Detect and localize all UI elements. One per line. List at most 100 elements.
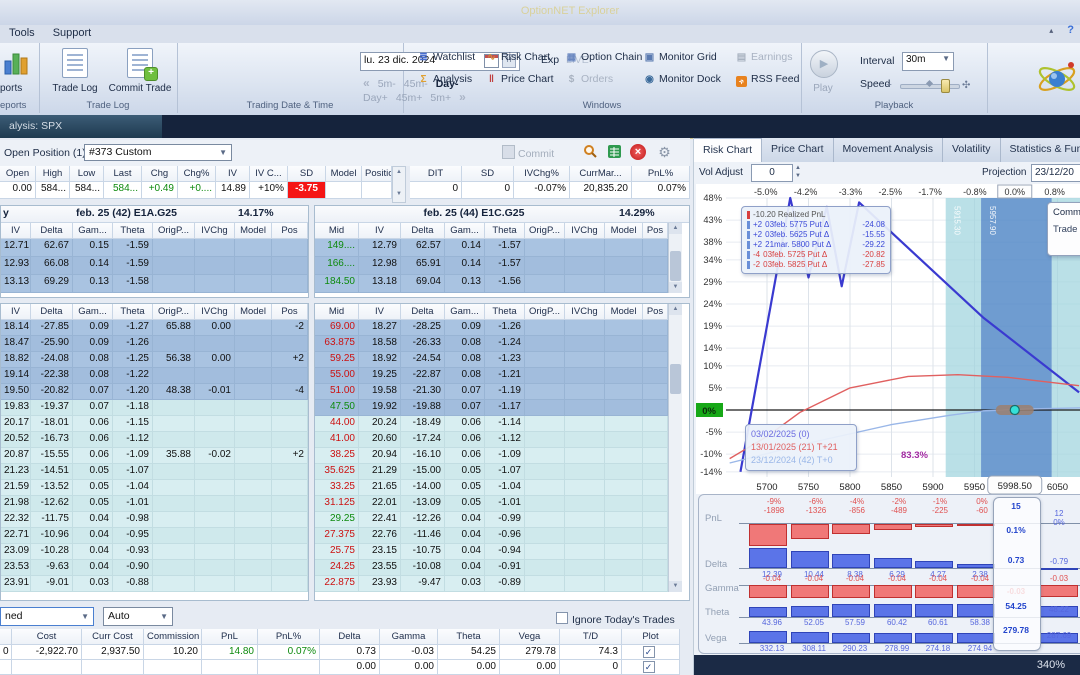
column-header[interactable]: OrigP... bbox=[153, 223, 195, 239]
ignore-todays-trades-checkbox[interactable]: Ignore Today's Trades bbox=[556, 612, 675, 626]
column-header[interactable]: IV bbox=[359, 304, 401, 320]
option-row[interactable]: 29.25 22.41 -12.26 0.04 -0.99 bbox=[315, 512, 668, 528]
option-row[interactable]: 23.09 -10.28 0.04 -0.93 bbox=[1, 544, 308, 560]
column-header[interactable]: OrigP... bbox=[525, 223, 565, 239]
option-row[interactable]: 18.47 -25.90 0.09 -1.26 bbox=[1, 336, 308, 352]
reports-icon[interactable] bbox=[3, 49, 29, 75]
option-row[interactable]: 69.00 18.27 -28.25 0.09 -1.26 bbox=[315, 320, 668, 336]
commit-trade-button[interactable]: + Commit Trade bbox=[107, 48, 173, 94]
option-row[interactable]: 35.625 21.29 -15.00 0.05 -1.07 bbox=[315, 464, 668, 480]
column-header[interactable]: Delta bbox=[31, 223, 73, 239]
mini-trade[interactable]: Trade bbox=[1053, 224, 1080, 235]
projection-date-input[interactable]: 23/12/20 bbox=[1031, 164, 1080, 182]
panel-tab-risk-chart[interactable]: Risk Chart bbox=[694, 138, 763, 162]
speed-plus[interactable]: ✣ bbox=[962, 80, 970, 91]
windows-button-analysis[interactable]: Σ Analysis bbox=[417, 73, 472, 85]
column-header[interactable]: Last bbox=[104, 166, 142, 182]
collapse-ribbon-icon[interactable]: ▴ bbox=[1049, 26, 1053, 35]
scrollbar[interactable]: ▲ ▼ bbox=[668, 223, 682, 293]
column-header[interactable]: IV bbox=[1, 304, 31, 320]
time-step-5mminus[interactable]: 5m- bbox=[378, 78, 396, 90]
column-header[interactable]: Chg% bbox=[178, 166, 216, 182]
plot-checkbox[interactable]: ✓ bbox=[642, 646, 655, 658]
windows-button-monitor-dock[interactable]: ◉ Monitor Dock bbox=[643, 73, 721, 85]
column-header[interactable]: Pos bbox=[272, 304, 308, 320]
option-row[interactable]: 21.23 -14.51 0.05 -1.07 bbox=[1, 464, 308, 480]
option-row[interactable]: 19.50 -20.82 0.07 -1.20 48.38 -0.01 -4 bbox=[1, 384, 308, 400]
option-row[interactable]: 31.125 22.01 -13.09 0.05 -1.01 bbox=[315, 496, 668, 512]
position-row[interactable]: 0.00 584... 584... 584... +0.49 +0.... 14.89 +1… bbox=[0, 182, 392, 199]
column-header[interactable]: Gam... bbox=[73, 223, 113, 239]
option-row[interactable]: 19.14 -22.38 0.08 -1.22 bbox=[1, 368, 308, 384]
column-header[interactable]: Position bbox=[362, 166, 392, 182]
export-excel-icon[interactable] bbox=[606, 144, 623, 161]
play-button[interactable]: ▶ bbox=[810, 50, 838, 78]
speed-minus[interactable]: − bbox=[886, 80, 892, 91]
option-row[interactable]: 23.91 -9.01 0.03 -0.88 bbox=[1, 576, 308, 592]
windows-button-risk-chart[interactable]: ∿ Risk Chart bbox=[485, 51, 550, 63]
column-header[interactable]: IVChg bbox=[565, 304, 605, 320]
auto-select[interactable]: Auto ▼ bbox=[103, 607, 173, 626]
vol-adjust-spinner[interactable]: ▲ ▼ bbox=[793, 164, 803, 180]
windows-button-option-chain[interactable]: ▦ Option Chain bbox=[565, 51, 643, 63]
trade-log-button[interactable]: Trade Log bbox=[47, 48, 103, 94]
reports-button[interactable]: ports bbox=[0, 83, 22, 94]
option-row[interactable]: 21.98 -12.62 0.05 -1.01 bbox=[1, 496, 308, 512]
option-row[interactable]: 41.00 20.60 -17.24 0.06 -1.12 bbox=[315, 432, 668, 448]
panel-tab-statistics-fundam[interactable]: Statistics & Fundam bbox=[1001, 138, 1080, 162]
column-header[interactable]: Model bbox=[326, 166, 362, 182]
option-row[interactable]: 21.59 -13.52 0.05 -1.04 bbox=[1, 480, 308, 496]
panel-tab-volatility[interactable]: Volatility bbox=[943, 138, 1001, 162]
tab-analysis-spx[interactable]: alysis: SPX bbox=[0, 115, 162, 138]
column-header[interactable]: SD bbox=[462, 166, 514, 182]
option-row[interactable]: 23.53 -9.63 0.04 -0.90 bbox=[1, 560, 308, 576]
option-row[interactable]: 38.25 20.94 -16.10 0.06 -1.09 bbox=[315, 448, 668, 464]
column-header[interactable]: Pos bbox=[643, 304, 668, 320]
option-row[interactable]: 19.83 -19.37 0.07 -1.18 bbox=[1, 400, 308, 416]
view-mode-select[interactable]: ned ▼ bbox=[0, 607, 94, 626]
option-row[interactable]: 20.17 -18.01 0.06 -1.15 bbox=[1, 416, 308, 432]
option-row[interactable]: 55.00 19.25 -22.87 0.08 -1.21 bbox=[315, 368, 668, 384]
column-header[interactable]: Model bbox=[235, 304, 272, 320]
column-header[interactable]: Theta bbox=[485, 304, 525, 320]
close-position-icon[interactable]: × bbox=[630, 144, 646, 160]
column-header[interactable]: OrigP... bbox=[525, 304, 565, 320]
column-header[interactable]: Theta bbox=[113, 223, 153, 239]
column-header[interactable]: IV bbox=[1, 223, 31, 239]
column-header[interactable]: High bbox=[36, 166, 70, 182]
column-header[interactable]: Theta bbox=[113, 304, 153, 320]
panel-tab-price-chart[interactable]: Price Chart bbox=[762, 138, 834, 162]
column-header[interactable]: Gam... bbox=[73, 304, 113, 320]
option-row[interactable]: 51.00 19.58 -21.30 0.07 -1.19 bbox=[315, 384, 668, 400]
option-row[interactable]: 44.00 20.24 -18.49 0.06 -1.14 bbox=[315, 416, 668, 432]
panel-tab-movement-analysis[interactable]: Movement Analysis bbox=[834, 138, 943, 162]
column-header[interactable]: Chg bbox=[142, 166, 178, 182]
position-stats-row[interactable]: 0 0 -0.07% 20,835.20 0.07% bbox=[410, 182, 690, 199]
windows-button-rss-feed[interactable]: » RSS Feed bbox=[735, 73, 799, 87]
option-row[interactable]: 33.25 21.65 -14.00 0.05 -1.04 bbox=[315, 480, 668, 496]
column-header[interactable]: Pos bbox=[643, 223, 668, 239]
position-table-scrollbar[interactable]: ▲ ▼ bbox=[392, 166, 406, 203]
commit-mini-window[interactable]: Comm Trade bbox=[1047, 202, 1080, 256]
option-row[interactable]: 22.71 -10.96 0.04 -0.95 bbox=[1, 528, 308, 544]
option-row[interactable]: 27.375 22.76 -11.46 0.04 -0.96 bbox=[315, 528, 668, 544]
option-row[interactable]: 18.14 -27.85 0.09 -1.27 65.88 0.00 -2 bbox=[1, 320, 308, 336]
windows-button-price-chart[interactable]: ‖ Price Chart bbox=[485, 73, 554, 85]
option-row[interactable]: 12.71 62.67 0.15 -1.59 bbox=[1, 239, 308, 257]
option-row[interactable]: 20.52 -16.73 0.06 -1.12 bbox=[1, 432, 308, 448]
column-header[interactable]: Mid bbox=[315, 304, 359, 320]
column-header[interactable]: Delta bbox=[31, 304, 73, 320]
column-header[interactable]: Delta bbox=[401, 304, 445, 320]
column-header[interactable]: Pos bbox=[272, 223, 308, 239]
column-header[interactable]: PnL% bbox=[632, 166, 690, 182]
column-header[interactable]: OrigP... bbox=[153, 304, 195, 320]
column-header[interactable]: CurrMar... bbox=[570, 166, 632, 182]
option-row[interactable]: 25.75 23.15 -10.75 0.04 -0.94 bbox=[315, 544, 668, 560]
position-select[interactable]: #373 Custom ▼ bbox=[84, 144, 232, 161]
interval-select[interactable]: 30m ▼ bbox=[902, 52, 954, 71]
column-header[interactable]: Mid bbox=[315, 223, 359, 239]
column-header[interactable]: IV bbox=[359, 223, 401, 239]
column-header[interactable]: IV C... bbox=[250, 166, 288, 182]
windows-button-watchlist[interactable]: ≣ Watchlist bbox=[417, 51, 475, 63]
column-header[interactable]: Model bbox=[605, 223, 643, 239]
